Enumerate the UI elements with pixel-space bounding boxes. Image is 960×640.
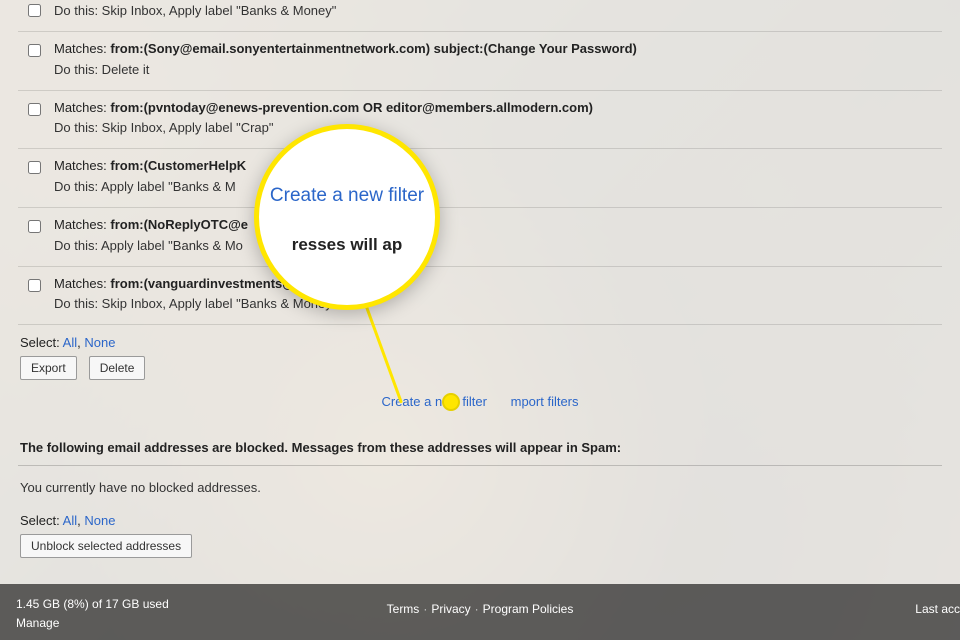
magnifier-callout: Create a new filter resses will ap <box>254 124 440 310</box>
filter-checkbox[interactable] <box>28 103 41 116</box>
footer-dot: · <box>471 602 483 616</box>
filter-criteria: from:(NoReplyOTC@e <box>110 217 248 232</box>
last-activity: Last acc <box>915 602 960 616</box>
magnifier-create-filter: Create a new filter <box>270 185 424 207</box>
select-row: Select: All, None <box>20 335 940 350</box>
filter-row: Matches: from:(NoReplyOTC@e Do this: App… <box>18 208 942 267</box>
unblock-button[interactable]: Unblock selected addresses <box>20 534 192 558</box>
select-none-link[interactable]: None <box>84 335 115 350</box>
filter-action-links: Create a new filter mport filters <box>0 394 960 409</box>
filter-checkbox[interactable] <box>28 279 41 292</box>
filter-row: Matches: from:(vanguardinvestments@vangu… <box>18 267 942 326</box>
filter-action-text: Do this: Delete it <box>54 61 637 80</box>
filter-criteria: from:(pvntoday@enews-prevention.com OR e… <box>110 100 593 115</box>
privacy-link[interactable]: Privacy <box>431 602 470 616</box>
select-all-link[interactable]: All <box>63 335 77 350</box>
filter-action-text: Do this: Apply label "Banks & Mo <box>54 237 248 256</box>
select-label: Select: <box>20 335 60 350</box>
filter-row: Do this: Skip Inbox, Apply label "Banks … <box>18 0 942 32</box>
filter-row: Matches: from:(pvntoday@enews-prevention… <box>18 91 942 150</box>
filter-checkbox[interactable] <box>28 44 41 57</box>
manage-storage-link[interactable]: Manage <box>16 616 59 630</box>
filter-row: Matches: from:(CustomerHelpK Do this: Ap… <box>18 149 942 208</box>
settings-filters-panel: Do this: Skip Inbox, Apply label "Banks … <box>0 0 960 584</box>
delete-button[interactable]: Delete <box>89 356 146 380</box>
filter-criteria: from:(CustomerHelpK <box>110 158 246 173</box>
filter-matches-label: Matches: <box>54 100 110 115</box>
footer: 1.45 GB (8%) of 17 GB used Manage Terms·… <box>0 584 960 640</box>
import-filters-link[interactable]: mport filters <box>511 394 579 409</box>
filter-matches-label: Matches: <box>54 41 110 56</box>
policies-link[interactable]: Program Policies <box>483 602 574 616</box>
filter-action-text: Do this: Skip Inbox, Apply label "Banks … <box>54 2 336 21</box>
filter-checkbox[interactable] <box>28 4 41 17</box>
blocked-button-row: Unblock selected addresses <box>20 534 940 558</box>
filter-matches-label: Matches: <box>54 276 110 291</box>
blocked-heading: The following email addresses are blocke… <box>18 432 942 466</box>
select-label: Select: <box>20 513 60 528</box>
select-none-link[interactable]: None <box>84 513 115 528</box>
filter-button-row: Export Delete <box>20 356 940 380</box>
no-blocked-text: You currently have no blocked addresses. <box>18 466 942 503</box>
filter-row: Matches: from:(Sony@email.sonyentertainm… <box>18 32 942 91</box>
blocked-select-row: Select: All, None <box>20 513 940 528</box>
magnifier-subtext: resses will ap <box>292 235 403 255</box>
footer-dot: · <box>419 602 431 616</box>
filter-checkbox[interactable] <box>28 161 41 174</box>
select-all-link[interactable]: All <box>63 513 77 528</box>
filter-checkbox[interactable] <box>28 220 41 233</box>
filter-criteria: from:(Sony@email.sonyentertainmentnetwor… <box>110 41 637 56</box>
filter-matches-label: Matches: <box>54 217 110 232</box>
filter-action-text: Do this: Apply label "Banks & M <box>54 178 246 197</box>
filter-matches-label: Matches: <box>54 158 110 173</box>
terms-link[interactable]: Terms <box>387 602 420 616</box>
callout-dot <box>442 393 460 411</box>
export-button[interactable]: Export <box>20 356 77 380</box>
